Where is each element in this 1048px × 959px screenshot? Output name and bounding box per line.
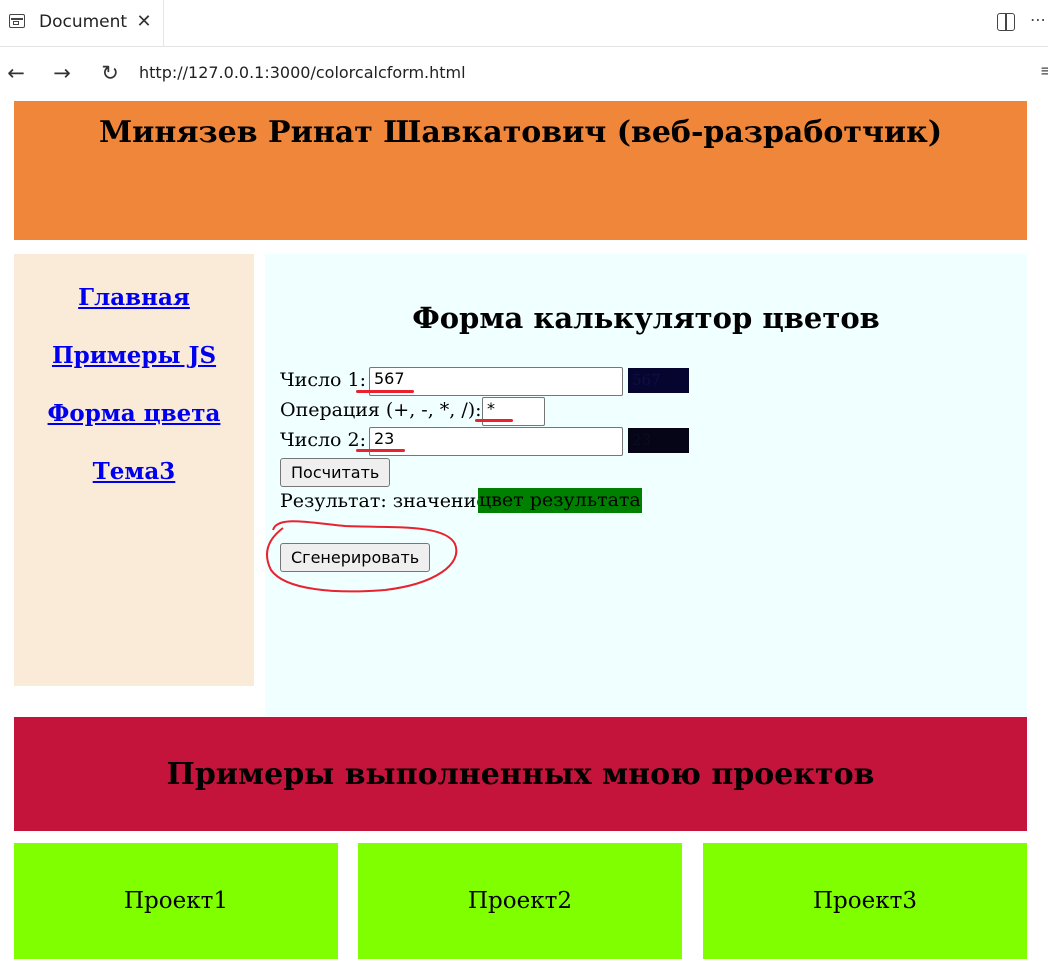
more-icon[interactable]: ⋯ xyxy=(1030,10,1046,29)
project-card-3[interactable]: Проект3 xyxy=(703,843,1027,959)
calculate-button[interactable]: Посчитать xyxy=(280,458,391,487)
projects-title: Примеры выполненных мною проектов xyxy=(166,757,875,792)
close-icon[interactable]: ✕ xyxy=(134,10,154,34)
number2-label: Число 2: xyxy=(280,429,367,451)
tab-title: Document xyxy=(39,12,128,32)
result-label: Результат: значение xyxy=(280,490,488,512)
sidebar-item-js-examples[interactable]: Примеры JS xyxy=(14,342,254,369)
annotation-underline-operation xyxy=(475,419,513,422)
number1-color-swatch: 567 xyxy=(628,368,689,393)
back-icon[interactable]: ← xyxy=(2,59,30,87)
form-title: Форма калькулятор цветов xyxy=(412,301,880,335)
forward-icon[interactable]: → xyxy=(48,59,76,87)
number2-input[interactable]: 23 xyxy=(369,427,623,456)
refresh-icon[interactable]: ↻ xyxy=(96,59,124,87)
page-icon xyxy=(9,14,25,28)
annotation-underline-number2 xyxy=(356,449,405,452)
sidebar-item-home[interactable]: Главная xyxy=(14,284,254,311)
browser-tab-bar: Document ✕ ⋯ xyxy=(0,0,1048,46)
browser-tab[interactable]: Document ✕ xyxy=(0,0,164,46)
sidebar-item-color-form[interactable]: Форма цвета xyxy=(14,400,254,427)
sidebar-item-theme3[interactable]: Тема3 xyxy=(14,458,254,485)
number2-color-swatch: 23 xyxy=(628,428,689,453)
project-card-2[interactable]: Проект2 xyxy=(358,843,682,959)
number1-label: Число 1: xyxy=(280,369,367,391)
project-card-1[interactable]: Проект1 xyxy=(14,843,338,959)
address-bar[interactable]: http://127.0.0.1:3000/colorcalcform.html xyxy=(139,63,466,82)
projects-section-header: Примеры выполненных мною проектов xyxy=(14,717,1027,831)
sidebar: Главная Примеры JS Форма цвета Тема3 xyxy=(14,254,254,686)
annotation-underline-number1 xyxy=(356,390,414,393)
menu-icon[interactable]: ≡ xyxy=(1040,61,1048,80)
page-title: Минязев Ринат Шавкатович (веб-разработчи… xyxy=(98,115,943,150)
operation-label: Операция (+, -, *, /): xyxy=(280,399,482,421)
split-screen-icon[interactable] xyxy=(997,13,1015,31)
browser-nav-bar: ← → ↻ http://127.0.0.1:3000/colorcalcfor… xyxy=(0,46,1048,100)
generate-button[interactable]: Сгенерировать xyxy=(280,543,431,572)
result-color-box: цвет результата xyxy=(478,488,642,513)
main-content: Форма калькулятор цветов Число 1: 567 56… xyxy=(265,254,1027,716)
page-header: Минязев Ринат Шавкатович (веб-разработчи… xyxy=(14,101,1027,240)
